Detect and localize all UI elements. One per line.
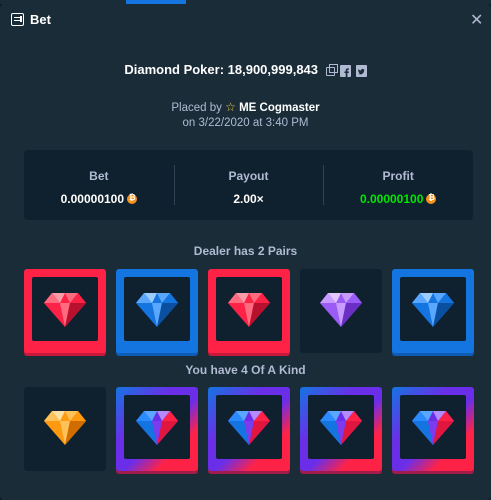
placed-prefix: Placed by xyxy=(171,102,222,114)
multicolor-gem-icon xyxy=(320,411,362,445)
player-card-face xyxy=(400,395,466,459)
bet-stats-panel: Bet 0.00000100 Payout 2.00× Profit 0.000… xyxy=(24,150,473,220)
dealer-card-face xyxy=(216,277,282,341)
red-gem-icon xyxy=(44,293,86,327)
bet-modal: Bet ✕ Diamond Poker: 18,900,999,843 Plac… xyxy=(0,4,491,500)
multicolor-gem-icon xyxy=(228,411,270,445)
username-link[interactable]: ME Cogmaster xyxy=(239,102,320,114)
stat-payout: Payout 2.00× xyxy=(173,150,324,220)
player-card-face xyxy=(124,395,190,459)
stat-profit: Profit 0.00000100 xyxy=(323,150,473,220)
bet-ticket-icon xyxy=(11,13,24,26)
dealer-card xyxy=(208,269,290,353)
game-title: Diamond Poker: 18,900,999,843 xyxy=(124,62,319,77)
dealer-card-face xyxy=(400,277,466,341)
game-title-row: Diamond Poker: 18,900,999,843 xyxy=(0,62,491,78)
multicolor-gem-icon xyxy=(412,411,454,445)
bet-date: on 3/22/2020 at 3:40 PM xyxy=(182,117,309,129)
stat-payout-label: Payout xyxy=(228,169,269,183)
bet-amount: 0.00000100 xyxy=(60,192,125,206)
player-card xyxy=(208,387,290,471)
dealer-card xyxy=(24,269,106,353)
placed-by: Placed by ☆ ME Cogmaster on 3/22/2020 at… xyxy=(0,100,491,131)
dealer-card xyxy=(300,269,382,353)
facebook-icon[interactable] xyxy=(339,65,351,78)
bitcoin-icon xyxy=(127,193,138,204)
dealer-card-face xyxy=(32,277,98,341)
stat-bet-label: Bet xyxy=(89,169,109,183)
modal-header: Bet ✕ xyxy=(0,4,491,34)
share-icons xyxy=(325,64,367,78)
player-card xyxy=(300,387,382,471)
twitter-icon[interactable] xyxy=(355,65,367,78)
dealer-card xyxy=(116,269,198,353)
player-card-face xyxy=(308,395,374,459)
orange-gem-icon xyxy=(44,411,86,445)
blue-gem-icon xyxy=(412,293,454,327)
purple-gem-icon xyxy=(320,293,362,327)
dealer-card-face xyxy=(124,277,190,341)
dealer-card-face xyxy=(308,277,374,341)
blue-gem-icon xyxy=(136,293,178,327)
player-card-face xyxy=(216,395,282,459)
dealer-card xyxy=(392,269,474,353)
player-card-face xyxy=(32,395,98,459)
stat-profit-value: 0.00000100 xyxy=(323,192,473,206)
stat-bet: Bet 0.00000100 xyxy=(24,150,174,220)
player-card xyxy=(392,387,474,471)
red-gem-icon xyxy=(228,293,270,327)
player-hand-label: You have 4 Of A Kind xyxy=(185,363,306,377)
multicolor-gem-icon xyxy=(136,411,178,445)
copy-icon[interactable] xyxy=(325,64,338,77)
player-card xyxy=(116,387,198,471)
modal-title: Bet xyxy=(30,12,51,27)
profit-amount: 0.00000100 xyxy=(359,192,424,206)
close-icon[interactable]: ✕ xyxy=(470,10,483,30)
bitcoin-icon xyxy=(426,193,437,204)
stat-profit-label: Profit xyxy=(382,169,414,183)
stat-payout-value: 2.00× xyxy=(233,192,264,206)
stat-bet-value: 0.00000100 xyxy=(24,192,174,206)
star-icon: ☆ xyxy=(225,100,236,114)
dealer-hand-label: Dealer has 2 Pairs xyxy=(193,244,298,258)
player-card xyxy=(24,387,106,471)
